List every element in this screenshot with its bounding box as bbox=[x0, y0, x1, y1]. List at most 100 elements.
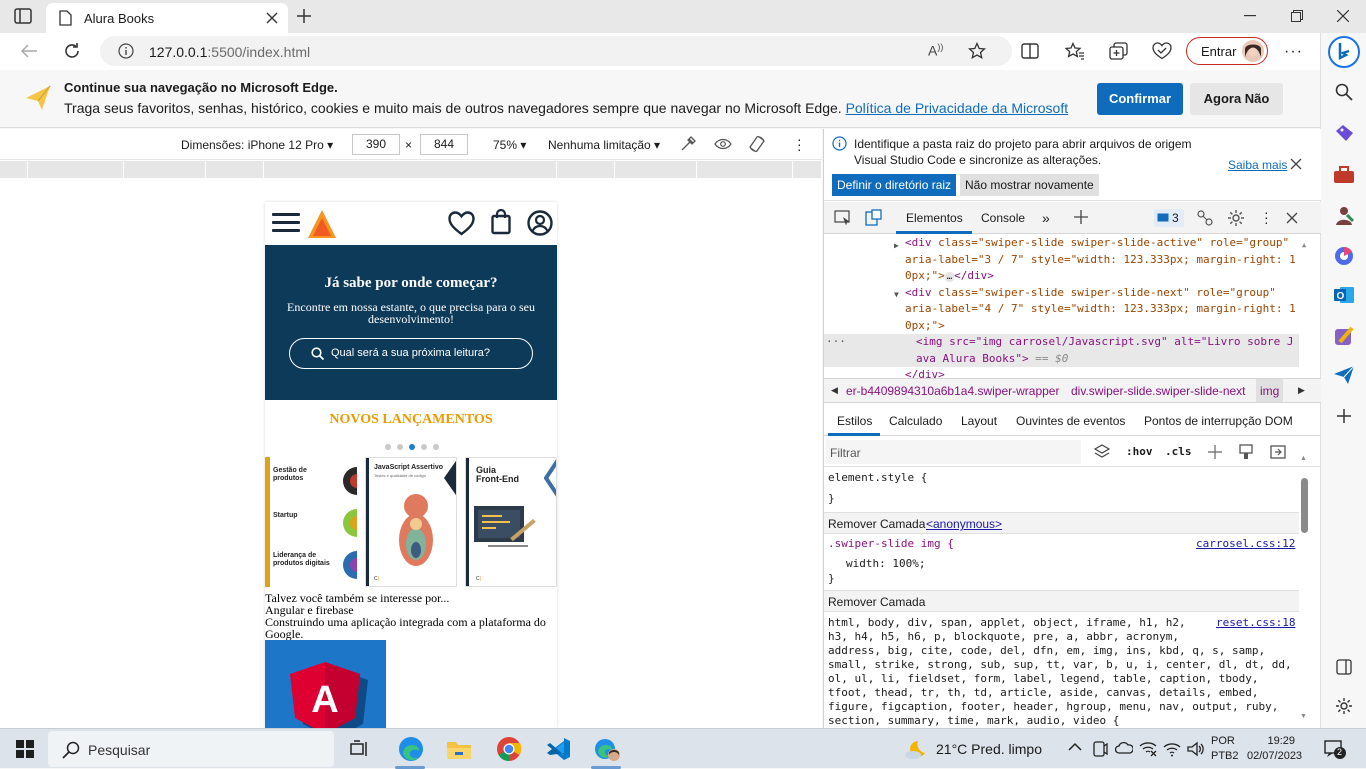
source-link[interactable]: reset.css:18 bbox=[1216, 616, 1295, 630]
crumb-item-active[interactable]: img bbox=[1256, 379, 1284, 402]
crumb-item[interactable]: er-b4409894310a6b1a4.swiper-wrapper bbox=[846, 384, 1059, 398]
vscode-icon[interactable] bbox=[545, 736, 571, 762]
url-field[interactable]: 127.0.0.1:5500/index.html A)) bbox=[100, 36, 1012, 66]
computed-styles-icon[interactable] bbox=[1239, 444, 1253, 460]
refresh-icon[interactable] bbox=[63, 42, 81, 60]
zoom-select[interactable]: 75% ▾ bbox=[493, 138, 526, 152]
carousel-dot[interactable] bbox=[421, 444, 427, 450]
hide-sidebar-icon[interactable] bbox=[1336, 659, 1352, 675]
close-devtools-icon[interactable] bbox=[1286, 212, 1298, 224]
tab-elements[interactable]: Elementos bbox=[906, 211, 963, 225]
tab-actions-icon[interactable] bbox=[14, 8, 32, 24]
tab-dom-breakpoints[interactable]: Pontos de interrupção DOM bbox=[1144, 414, 1293, 428]
volume-icon[interactable] bbox=[1187, 741, 1205, 757]
shopping-bag-icon[interactable] bbox=[491, 209, 511, 235]
add-sidebar-icon[interactable] bbox=[1336, 408, 1352, 424]
edge-taskbar-icon[interactable] bbox=[398, 736, 424, 762]
element-style-rule[interactable]: element.style { bbox=[828, 471, 927, 485]
shopping-icon[interactable] bbox=[1333, 123, 1355, 143]
height-input[interactable]: 844 bbox=[420, 134, 468, 155]
more-menu-icon[interactable]: ··· bbox=[1284, 43, 1303, 61]
onedrive-icon[interactable] bbox=[1115, 741, 1133, 755]
confirm-button[interactable]: Confirmar bbox=[1097, 83, 1183, 115]
designer-icon[interactable] bbox=[1333, 325, 1355, 347]
hov-toggle[interactable]: :hov bbox=[1126, 445, 1153, 458]
tab-console[interactable]: Console bbox=[981, 211, 1025, 225]
crumb-left-icon[interactable]: ◀ bbox=[831, 385, 838, 396]
scroll-thumb[interactable] bbox=[1301, 478, 1308, 533]
dom-line[interactable]: <div class="swiper-slide swiper-slide-ne… bbox=[905, 285, 1276, 302]
tools-icon[interactable] bbox=[1333, 165, 1355, 185]
tab-computed[interactable]: Calculado bbox=[889, 414, 942, 428]
throttle-select[interactable]: Nenhuma limitação ▾ bbox=[548, 138, 660, 152]
new-rule-icon[interactable] bbox=[1208, 445, 1222, 459]
devtools-more-icon[interactable]: · · · bbox=[1264, 205, 1269, 229]
minimize-icon[interactable] bbox=[1244, 15, 1256, 17]
privacy-link[interactable]: Política de Privacidade da Microsoft bbox=[846, 100, 1069, 116]
devtools-settings-icon[interactable] bbox=[1227, 209, 1245, 227]
source-link[interactable]: carrosel.css:12 bbox=[1196, 537, 1295, 551]
search-icon[interactable] bbox=[1335, 83, 1353, 101]
issues-badge[interactable]: 3 bbox=[1154, 209, 1184, 227]
favorites-heart-icon[interactable] bbox=[448, 211, 475, 236]
close-notice-icon[interactable] bbox=[1290, 158, 1302, 170]
alura-logo-icon[interactable] bbox=[307, 209, 337, 239]
later-button[interactable]: Agora Não bbox=[1190, 83, 1283, 115]
office-icon[interactable] bbox=[1333, 245, 1355, 267]
book-cover-javascript[interactable]: JavaScript Assertivo Testes e qualidade … bbox=[365, 457, 457, 587]
rotate-icon[interactable] bbox=[748, 135, 766, 153]
device-select[interactable]: Dimensões: iPhone 12 Pro ▾ bbox=[181, 138, 333, 152]
notifications-icon[interactable]: 2 bbox=[1324, 739, 1346, 759]
layers-icon[interactable] bbox=[1094, 444, 1110, 460]
book-search-input[interactable]: Qual será a sua próxima leitura? bbox=[289, 338, 533, 369]
device-toggle-icon[interactable] bbox=[865, 209, 883, 226]
games-icon[interactable] bbox=[1333, 205, 1355, 227]
edge-profile-taskbar-icon[interactable] bbox=[594, 736, 620, 762]
send-icon[interactable] bbox=[1333, 365, 1355, 385]
add-tab-icon[interactable] bbox=[1074, 210, 1088, 224]
cls-toggle[interactable]: .cls bbox=[1165, 445, 1192, 458]
tab-styles[interactable]: Estilos bbox=[837, 414, 872, 428]
carousel-dot-active[interactable] bbox=[409, 444, 415, 450]
file-explorer-icon[interactable] bbox=[446, 737, 472, 761]
crumb-item[interactable]: div.swiper-slide.swiper-slide-next bbox=[1071, 384, 1246, 398]
node-menu-icon[interactable]: ··· bbox=[826, 334, 846, 351]
hamburger-menu-icon[interactable] bbox=[272, 212, 300, 234]
windows-start-icon[interactable] bbox=[16, 740, 34, 758]
carousel-dot[interactable] bbox=[397, 444, 403, 450]
css-selector[interactable]: .swiper-slide img { bbox=[828, 537, 954, 551]
weather-text[interactable]: 21°C Pred. limpo bbox=[936, 741, 1042, 757]
inspect-icon[interactable] bbox=[834, 210, 852, 226]
back-icon[interactable] bbox=[20, 43, 38, 59]
learn-more-link[interactable]: Saiba mais bbox=[1228, 158, 1287, 172]
taskbar-search[interactable]: Pesquisar bbox=[48, 731, 334, 767]
task-view-icon[interactable] bbox=[350, 740, 370, 758]
crumb-right-icon[interactable]: ▶ bbox=[1298, 385, 1305, 396]
user-account-icon[interactable] bbox=[527, 210, 553, 236]
favorites-icon[interactable] bbox=[1065, 42, 1085, 60]
book-cover-front-end[interactable]: Guia Front-End C| bbox=[465, 457, 557, 587]
sidebar-toggle-icon[interactable] bbox=[1270, 445, 1286, 459]
collapsed-arrow-icon[interactable]: ▶ bbox=[894, 238, 899, 255]
eye-icon[interactable] bbox=[714, 137, 732, 151]
info-icon[interactable] bbox=[118, 43, 134, 59]
device-more-icon[interactable]: · · · bbox=[797, 132, 802, 156]
filter-input[interactable]: Filtrar bbox=[826, 440, 1081, 464]
close-tab-icon[interactable] bbox=[266, 12, 278, 24]
chrome-icon[interactable] bbox=[496, 736, 522, 762]
bing-chat-icon[interactable] bbox=[1328, 36, 1360, 68]
tab-event-listeners[interactable]: Ouvintes de eventos bbox=[1016, 414, 1125, 428]
styles-scrollbar[interactable]: ▲ ▼ bbox=[1300, 451, 1310, 726]
carousel-dot[interactable] bbox=[385, 444, 391, 450]
browser-tab[interactable]: Alura Books bbox=[46, 3, 288, 33]
dont-show-again-button[interactable]: Não mostrar novamente bbox=[960, 174, 1099, 196]
network-icon[interactable] bbox=[1197, 210, 1213, 226]
css-property[interactable]: width: 100%; bbox=[846, 557, 925, 571]
eyedropper-icon[interactable] bbox=[680, 136, 696, 152]
expanded-arrow-icon[interactable]: ▼ bbox=[894, 287, 899, 304]
language-indicator[interactable]: POR PTB2 bbox=[1211, 734, 1239, 764]
book-cover-gestao[interactable]: Gestão de produtos Startup Liderança de … bbox=[265, 457, 357, 587]
close-window-icon[interactable] bbox=[1337, 10, 1349, 22]
dom-scrollbar[interactable]: ▲ bbox=[1300, 235, 1312, 378]
weather-icon[interactable] bbox=[902, 738, 928, 760]
